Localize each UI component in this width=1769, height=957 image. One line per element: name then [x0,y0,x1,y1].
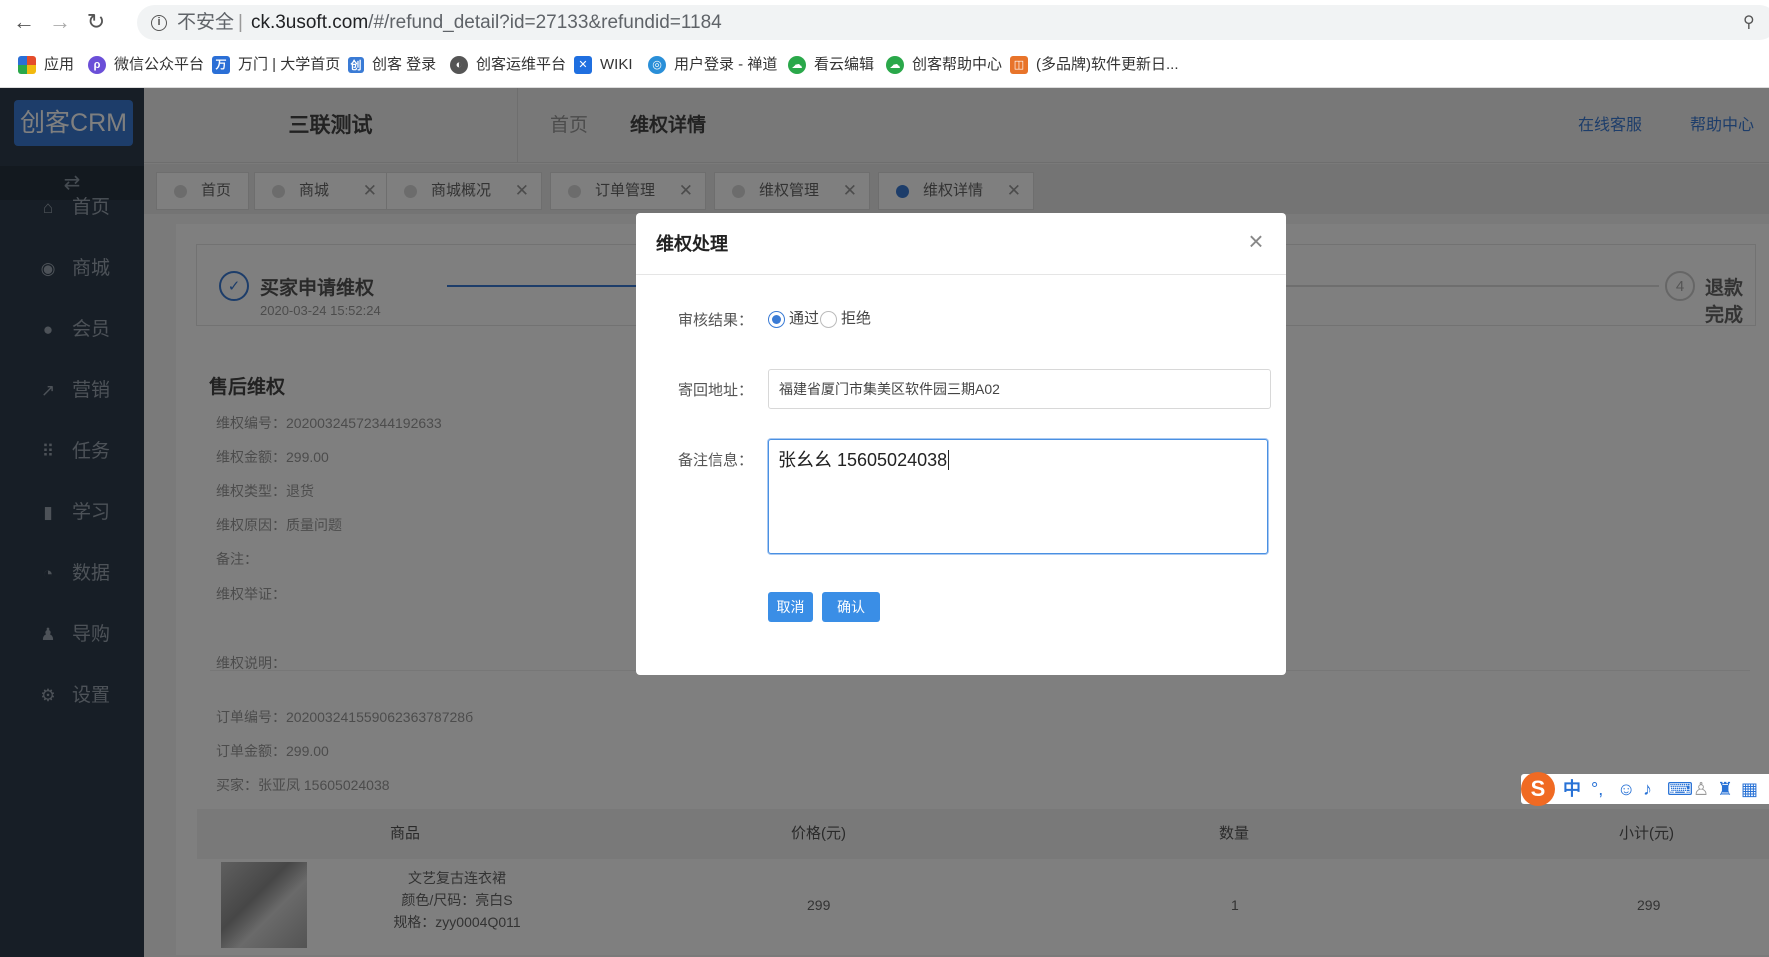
bookmark-label: 看云编辑 [814,56,875,73]
wechat-mp-icon: ρ [88,56,106,75]
ime-punctuation[interactable]: °, [1591,778,1603,800]
url-path: /#/refund_detail?id=27133&refundid=1184 [368,12,722,33]
bookmark-label: 微信公众平台 [114,56,205,73]
confluence-icon: ✕ [574,56,592,75]
bookmark-item[interactable]: ◎ 用户登录 - 禅道 [648,54,777,76]
sogou-logo-icon: S [1521,772,1555,806]
remark-textarea[interactable]: 张幺幺 15605024038 [768,439,1268,554]
url-separator: | [238,12,243,33]
toolbox-icon[interactable]: ▦ [1741,778,1758,800]
dialog-header: 维权处理 × [636,213,1286,275]
zentao-icon: ◎ [648,56,666,75]
rights-handling-dialog: 维权处理 × 审核结果： 通过 拒绝 寄回地址： 福建省厦门市集美区软件园三期A… [636,213,1286,675]
skin-icon[interactable]: ♜ [1717,778,1733,800]
browser-chrome: ← → ↻ i 不安全 | ck.3usoft.com/#/refund_detail… [0,0,1769,88]
radio-pass[interactable]: 通过 [768,309,819,329]
remark-label: 备注信息： [678,452,754,469]
review-result-label: 审核结果： [678,312,754,329]
globe-icon: ◐ [450,56,468,75]
return-address-label: 寄回地址： [678,382,754,399]
bookmark-label: 用户登录 - 禅道 [674,56,778,73]
kancloud-icon: ☁ [788,56,806,75]
key-icon[interactable]: ⚲ [1743,12,1763,32]
bookmark-label: 应用 [44,56,75,73]
radio-label: 拒绝 [841,310,872,327]
address-bar[interactable]: i 不安全 | ck.3usoft.com/#/refund_detail?id=27… [137,5,1769,40]
info-icon[interactable]: i [151,14,167,31]
forward-icon[interactable]: → [46,8,74,36]
bookmark-item[interactable]: ρ 微信公众平台 [88,54,204,76]
insecure-label: 不安全 [177,12,235,33]
bookmark-item[interactable]: ◐ 创客运维平台 [450,54,566,76]
remark-text: 张幺幺 15605024038 [778,450,948,470]
url-host: ck.3usoft.com [250,12,369,33]
microphone-icon[interactable]: ♪ [1643,778,1652,800]
dialog-title: 维权处理 [656,234,728,254]
user-icon[interactable]: ♙ [1693,778,1709,800]
bookmark-label: 创客运维平台 [476,56,567,73]
text-cursor [948,450,950,470]
cancel-button[interactable]: 取消 [768,592,813,622]
radio-label: 通过 [789,310,820,327]
bookmark-item[interactable]: ☁ 看云编辑 [788,54,874,76]
chuangke-icon: 创 [348,57,364,74]
radio-reject[interactable]: 拒绝 [820,309,871,329]
close-icon[interactable]: × [1244,228,1268,254]
kancloud-icon: ☁ [886,56,904,75]
bookmark-item[interactable]: 万万门 | 大学首页 [212,54,340,76]
bookmark-label: (多品牌)软件更新日... [1036,56,1179,73]
return-address-input[interactable]: 福建省厦门市集美区软件园三期A02 [768,369,1271,409]
bookmark-label: 万门 | 大学首页 [238,56,341,73]
apps-grid-icon [18,56,36,75]
emoji-icon[interactable]: ☺ [1617,778,1635,800]
bookmark-item[interactable]: 创创客 登录 [348,54,436,76]
confirm-button[interactable]: 确认 [822,592,880,622]
wanmen-icon: 万 [212,56,230,75]
reload-icon[interactable]: ↻ [82,8,110,36]
bookmark-item[interactable]: ☁ 创客帮助中心 [886,54,1002,76]
ime-toolbar[interactable]: S 中 °, ☺ ♪ ⌨ ♙ ♜ ▦ [1521,772,1769,806]
bookmark-item[interactable]: ✕ WIKI [574,54,633,76]
bookmarks-bar: 应用 ρ 微信公众平台 万万门 | 大学首页 创创客 登录 ◐ 创客运维平台 ✕ WI… [0,48,1769,82]
back-icon[interactable]: ← [10,8,38,36]
bookmark-item[interactable]: 应用 [18,54,74,76]
radio-circle [768,310,785,328]
bookmark-label: WIKI [600,56,633,73]
ime-language[interactable]: 中 [1563,778,1581,800]
bookmark-label: 创客 登录 [372,56,437,73]
bookmark-item[interactable]: ◫ (多品牌)软件更新日... [1010,54,1179,76]
update-log-icon: ◫ [1010,56,1028,75]
bookmark-label: 创客帮助中心 [912,56,1003,73]
keyboard-icon[interactable]: ⌨ [1667,778,1693,800]
radio-circle [820,310,837,328]
